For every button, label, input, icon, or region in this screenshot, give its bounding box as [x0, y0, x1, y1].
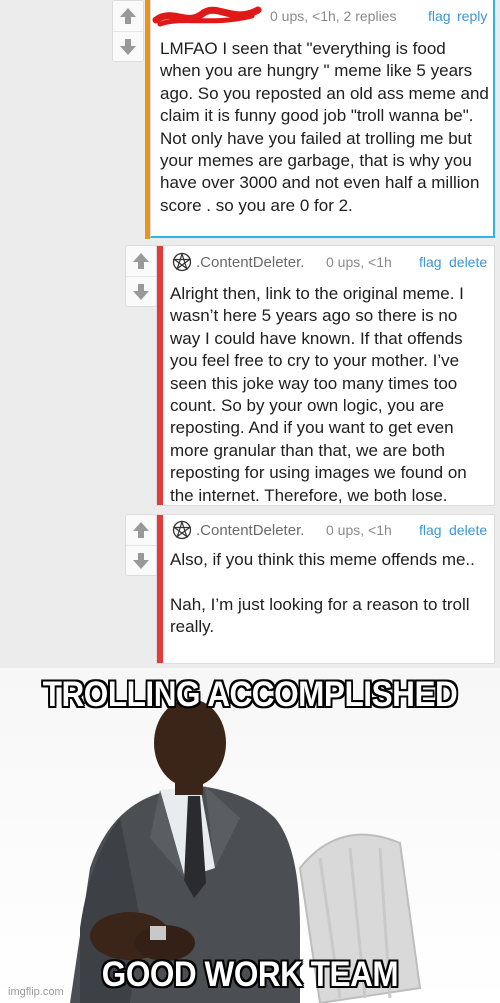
flag-link[interactable]: flag	[419, 522, 442, 538]
meme-top-caption: TROLLING ACCOMPLISHED	[42, 675, 458, 714]
comment-stripe	[157, 515, 163, 663]
meme-photo	[0, 668, 500, 1003]
flag-link[interactable]: flag	[419, 254, 442, 270]
delete-link[interactable]: delete	[449, 522, 487, 538]
downvote-arrow-icon	[120, 39, 136, 55]
upvote-button[interactable]	[113, 1, 143, 32]
downvote-arrow-icon	[133, 553, 149, 569]
comment-stripe	[157, 246, 163, 505]
downvote-button[interactable]	[126, 277, 156, 307]
vote-box	[125, 245, 157, 307]
upvote-arrow-icon	[133, 253, 149, 269]
comment-meta: 0 ups, <1h	[326, 254, 392, 270]
downvote-button[interactable]	[113, 32, 143, 62]
downvote-button[interactable]	[126, 546, 156, 576]
downvote-arrow-icon	[133, 284, 149, 300]
vote-box	[112, 0, 144, 62]
comment-thread-screenshot: 0 ups, <1h, 2 replies flag reply LMFAO I…	[0, 0, 500, 668]
man-in-suit-illustration	[70, 699, 422, 1003]
redaction-scribble	[152, 6, 262, 27]
reply-link[interactable]: reply	[457, 8, 487, 24]
comment-author[interactable]: .ContentDeleter.	[196, 254, 304, 271]
comment-meta: 0 ups, <1h, 2 replies	[270, 8, 397, 24]
upvote-arrow-icon	[133, 522, 149, 538]
delete-link[interactable]: delete	[449, 254, 487, 270]
meme-bottom-caption: GOOD WORK TEAM	[101, 955, 399, 994]
comment-body: Alright then, link to the original meme.…	[170, 284, 467, 505]
comment-author[interactable]: .ContentDeleter.	[196, 522, 304, 539]
upvote-button[interactable]	[126, 246, 156, 277]
comment-meta: 0 ups, <1h	[326, 522, 392, 538]
pentagram-user-icon	[172, 252, 192, 272]
comment-line: Also, if you think this meme offends me.…	[170, 550, 475, 569]
comment-stripe	[145, 0, 150, 239]
upvote-button[interactable]	[126, 515, 156, 546]
pentagram-user-icon	[172, 520, 192, 540]
vote-box	[125, 514, 157, 576]
comment-body: LMFAO I seen that "everything is food wh…	[160, 39, 489, 215]
comment-body: Also, if you think this meme offends me.…	[170, 549, 485, 639]
comment-line: Nah, I’m just looking for a reason to tr…	[170, 594, 470, 637]
imgflip-watermark: imgflip.com	[8, 986, 64, 998]
flag-link[interactable]: flag	[428, 8, 451, 24]
upvote-arrow-icon	[120, 8, 136, 24]
